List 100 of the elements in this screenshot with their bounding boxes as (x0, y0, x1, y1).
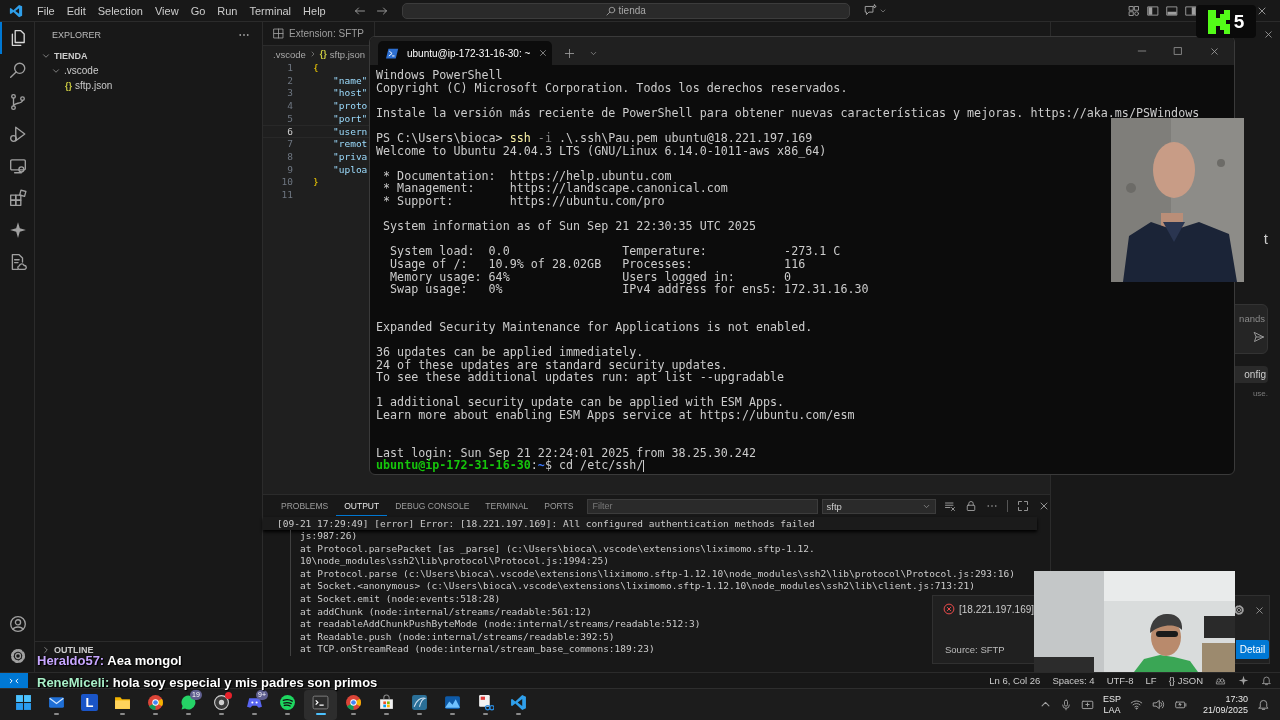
menu-item[interactable]: Edit (60, 2, 92, 19)
window-tab[interactable]: ubuntu@ip-172-31-16-30: ~ (378, 41, 552, 65)
status-item[interactable]: {} JSON (1168, 675, 1203, 686)
sparkle-icon[interactable] (1238, 675, 1249, 686)
explorer-folder[interactable]: .vscode (64, 65, 99, 76)
language-indicator[interactable]: ESP LAA (1102, 693, 1121, 716)
extensions-icon (9, 189, 27, 207)
settings-icon[interactable] (1233, 604, 1245, 616)
time-text: 17:30 (1225, 693, 1248, 705)
sidebar-toggle-icon[interactable] (1147, 4, 1159, 17)
layout-icon[interactable] (1128, 4, 1140, 17)
line-number: 2 (286, 74, 293, 88)
output-line: at Socket.emit (node:events:518:28) (300, 592, 501, 606)
panel-tab[interactable]: TERMINAL (477, 496, 537, 516)
run-icon (9, 125, 27, 143)
status-item[interactable]: Spaces: 4 (1052, 675, 1095, 686)
store-icon (378, 694, 395, 711)
volume-icon[interactable] (1151, 698, 1165, 711)
send-icon[interactable] (1253, 331, 1265, 343)
channel-dropdown[interactable]: sftp (821, 498, 936, 514)
terminal-line: Copyright (C) Microsoft Corporation. Todos los derechos reservados. (376, 81, 848, 95)
terminal-line: Last login: Sun Sep 21 22:24:01 2025 from 38.25.30.242 (376, 446, 756, 460)
panel-tab[interactable]: PROBLEMS (273, 496, 337, 516)
terminal-line: 1 additional security update can be applied with ESM Apps. (376, 396, 785, 410)
terminal-line: Swap usage: 0% IPv4 address for ens5: 172.31.16.30 (389, 283, 869, 296)
breadcrumb-item[interactable]: sftp.json (329, 48, 366, 60)
panel-tab[interactable]: DEBUG CONSOLE (387, 496, 478, 516)
code-text: { (313, 62, 319, 75)
output-line: js:987:26) (300, 530, 358, 543)
breadcrumb-item[interactable]: .vscode (273, 48, 306, 60)
explorer-folder[interactable]: TIENDA (54, 50, 88, 61)
lock-icon[interactable] (965, 500, 977, 512)
line-number: 7 (286, 138, 293, 151)
close-icon[interactable] (1263, 28, 1274, 40)
file-type-icon: {} (65, 80, 72, 91)
status-item[interactable]: LF (1145, 675, 1157, 686)
menu-item[interactable]: Help (297, 2, 332, 19)
section-header[interactable]: OUTLINE (54, 644, 94, 655)
bell-icon[interactable] (1257, 698, 1270, 711)
config-button[interactable]: onfig (1234, 366, 1268, 383)
panel-toggle-icon[interactable] (1166, 4, 1178, 17)
terminal-line: System load: 0.0 Temperature: -273.1 C (389, 245, 841, 258)
forward-arrow-icon[interactable] (375, 4, 388, 17)
monitor-icon (9, 157, 27, 175)
document-cloud-icon (9, 253, 27, 271)
maximize-icon[interactable] (1173, 46, 1183, 56)
hint-text: use. (1251, 389, 1268, 398)
sound-waves-icon (279, 694, 296, 711)
menu-item[interactable]: Selection (91, 2, 149, 19)
bell-icon[interactable] (1261, 675, 1272, 686)
sparkle-icon (9, 221, 27, 239)
chat-message: ReneMiceli: hola soy especial y mis padres son primos (37, 674, 378, 691)
menu-item[interactable]: View (148, 2, 185, 19)
close-icon[interactable] (1209, 45, 1220, 57)
secondary-sidebar-icon[interactable] (1185, 4, 1197, 17)
clock[interactable]: 17:30 21/09/2025 (1202, 693, 1248, 716)
output-line: at Readable.push (node:internal/streams/readable:392:5) (300, 630, 615, 644)
menu-item[interactable]: Run (211, 2, 244, 19)
code-text: "remot (333, 138, 368, 151)
status-item[interactable]: UTF-8 (1106, 675, 1134, 686)
back-arrow-icon[interactable] (353, 4, 366, 17)
clear-output-icon[interactable] (944, 500, 956, 512)
close-icon[interactable] (1254, 604, 1265, 616)
editor-logo-icon[interactable] (9, 3, 23, 18)
search-icon (605, 5, 616, 16)
terminal-line: 24 of these updates are standard security updates. (376, 358, 728, 372)
language-code: LAA (1103, 704, 1121, 716)
chat-input[interactable]: nands (1234, 304, 1268, 354)
code-text: } (313, 176, 319, 189)
menu-item[interactable]: Terminal (243, 2, 298, 19)
filter-field[interactable]: Filter (587, 498, 818, 514)
output-line: 10\node_modules\ssh2\lib\protocol\Protocol.js:1994:25) (300, 555, 609, 568)
taskbar-button[interactable] (304, 689, 337, 720)
chat-sparkle-icon[interactable] (863, 4, 877, 17)
close-icon[interactable] (1038, 500, 1050, 512)
chevron-icon[interactable] (41, 644, 51, 655)
status-item[interactable]: Ln 6, Col 26 (989, 675, 1041, 686)
taskbar-button[interactable]: L (73, 689, 106, 720)
search-field[interactable]: tienda (401, 2, 850, 19)
wifi-icon[interactable] (1129, 698, 1143, 711)
maximize-icon[interactable] (1017, 500, 1029, 512)
terminal-line: Expanded Security Maintenance for Applications is not enabled. (376, 320, 813, 334)
close-icon[interactable] (1256, 5, 1268, 17)
output-line: at addChunk (node:internal/streams/readable:561:12) (300, 605, 592, 619)
close-icon[interactable] (538, 48, 549, 58)
menu-item[interactable]: File (31, 2, 61, 19)
detail-button[interactable]: Detail (1236, 640, 1269, 659)
start-icon (15, 694, 32, 711)
battery-icon[interactable] (1173, 698, 1188, 711)
remote-icon (9, 675, 19, 686)
terminal-line: Windows PowerShell (376, 69, 503, 82)
explorer-file[interactable]: sftp.json (75, 80, 113, 91)
panel-tab[interactable]: PORTS (536, 496, 582, 516)
code-text: "port" (333, 112, 368, 126)
browser-icon (147, 694, 164, 711)
line-number: 3 (286, 87, 293, 101)
microphone-icon[interactable] (1059, 698, 1072, 711)
menu-item[interactable]: Go (184, 2, 212, 19)
panel-tab[interactable]: OUTPUT (336, 496, 388, 516)
plus-icon[interactable] (564, 47, 575, 59)
